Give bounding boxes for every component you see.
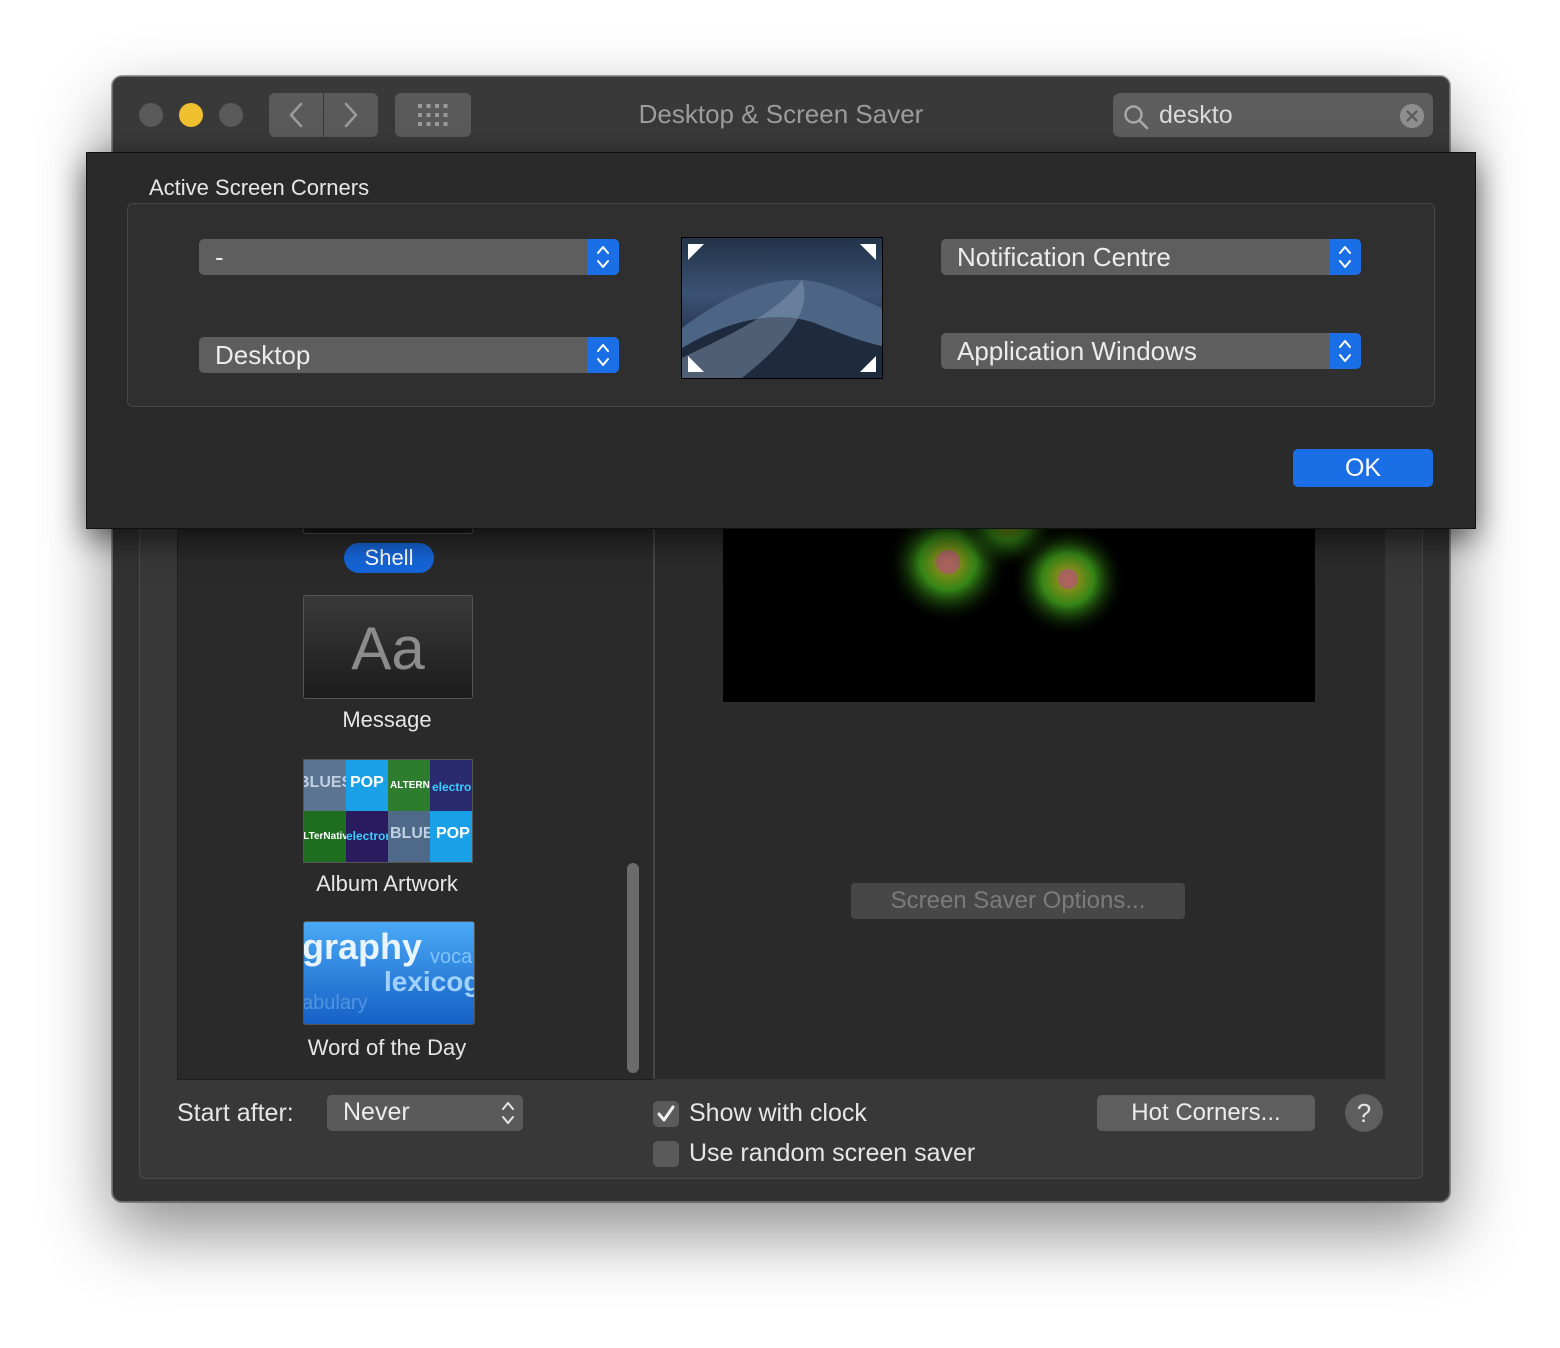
- popup-arrows: [1329, 239, 1361, 275]
- updown-arrows-icon: [502, 1102, 514, 1124]
- search-icon: [1124, 105, 1149, 130]
- help-button[interactable]: ?: [1345, 1094, 1383, 1132]
- album-tile: electronic: [346, 811, 388, 862]
- random-screen-saver-label[interactable]: Use random screen saver: [689, 1139, 975, 1168]
- updown-arrows-icon: [1339, 340, 1351, 362]
- list-item-album-artwork-label[interactable]: Album Artwork: [293, 871, 481, 897]
- show-with-clock-label[interactable]: Show with clock: [689, 1099, 867, 1128]
- start-after-popup[interactable]: Never: [327, 1095, 523, 1131]
- start-after-label: Start after:: [177, 1099, 294, 1127]
- active-screen-corners-sheet: Active Screen Corners - Desktop Notifica…: [86, 152, 1476, 529]
- word-of-the-day-thumbnail[interactable]: graphy voca lexicog abulary: [303, 921, 475, 1025]
- start-after-value: Never: [343, 1098, 410, 1126]
- album-artwork-thumbnail[interactable]: BLUES POP ALTERNATIVE electronic ALTerNa…: [303, 759, 473, 863]
- album-tile: BLUES: [304, 760, 346, 811]
- popup-arrows: [587, 239, 619, 275]
- word-thumbnail-text: graphy: [303, 926, 423, 967]
- updown-arrows-icon: [1339, 246, 1351, 268]
- bottom-right-corner-popup[interactable]: Application Windows: [941, 333, 1361, 369]
- album-tile: ALTERNATIVE: [388, 760, 430, 811]
- random-screen-saver-checkbox[interactable]: [653, 1141, 679, 1167]
- updown-arrows-icon: [597, 246, 609, 268]
- list-item-shell-label[interactable]: Shell: [344, 543, 434, 573]
- popup-arrows: [1329, 333, 1361, 369]
- list-item-word-of-the-day-label[interactable]: Word of the Day: [283, 1035, 491, 1061]
- album-tile: POP: [430, 811, 472, 862]
- title-bar: Desktop & Screen Saver deskto: [113, 77, 1449, 154]
- list-item-message-label[interactable]: Message: [303, 707, 471, 733]
- search-field[interactable]: deskto: [1113, 93, 1433, 137]
- desktop-preview: [681, 237, 883, 379]
- show-with-clock-checkbox[interactable]: [653, 1101, 679, 1127]
- bottom-left-corner-value: Desktop: [215, 340, 311, 370]
- bottom-right-corner-value: Application Windows: [957, 336, 1197, 366]
- album-tile: POP: [346, 760, 388, 811]
- popup-arrows: [587, 337, 619, 373]
- message-thumbnail-text: Aa: [351, 615, 425, 682]
- ok-button[interactable]: OK: [1293, 449, 1433, 487]
- checkmark-icon: [657, 1105, 675, 1122]
- word-thumbnail-text: abulary: [303, 992, 368, 1014]
- clear-search-icon[interactable]: [1399, 103, 1425, 129]
- message-thumbnail[interactable]: Aa: [303, 595, 473, 699]
- mojave-dunes-image: [682, 244, 882, 378]
- bottom-left-corner-popup[interactable]: Desktop: [199, 337, 619, 373]
- album-tile: electronic: [430, 760, 472, 811]
- hot-corners-button[interactable]: Hot Corners...: [1097, 1095, 1315, 1131]
- sheet-title: Active Screen Corners: [149, 175, 370, 200]
- top-left-corner-popup[interactable]: -: [199, 239, 619, 275]
- list-scrollbar[interactable]: [627, 863, 639, 1073]
- word-thumbnail-text: lexicog: [384, 966, 475, 997]
- updown-arrows-icon: [597, 344, 609, 366]
- screen-saver-options-button[interactable]: Screen Saver Options...: [851, 883, 1185, 919]
- album-tile: ALTerNative: [304, 811, 346, 862]
- album-tile: BLUES: [388, 811, 430, 862]
- top-right-corner-popup[interactable]: Notification Centre: [941, 239, 1361, 275]
- search-input[interactable]: deskto: [1159, 101, 1233, 130]
- top-left-corner-value: -: [215, 242, 224, 272]
- top-right-corner-value: Notification Centre: [957, 242, 1171, 272]
